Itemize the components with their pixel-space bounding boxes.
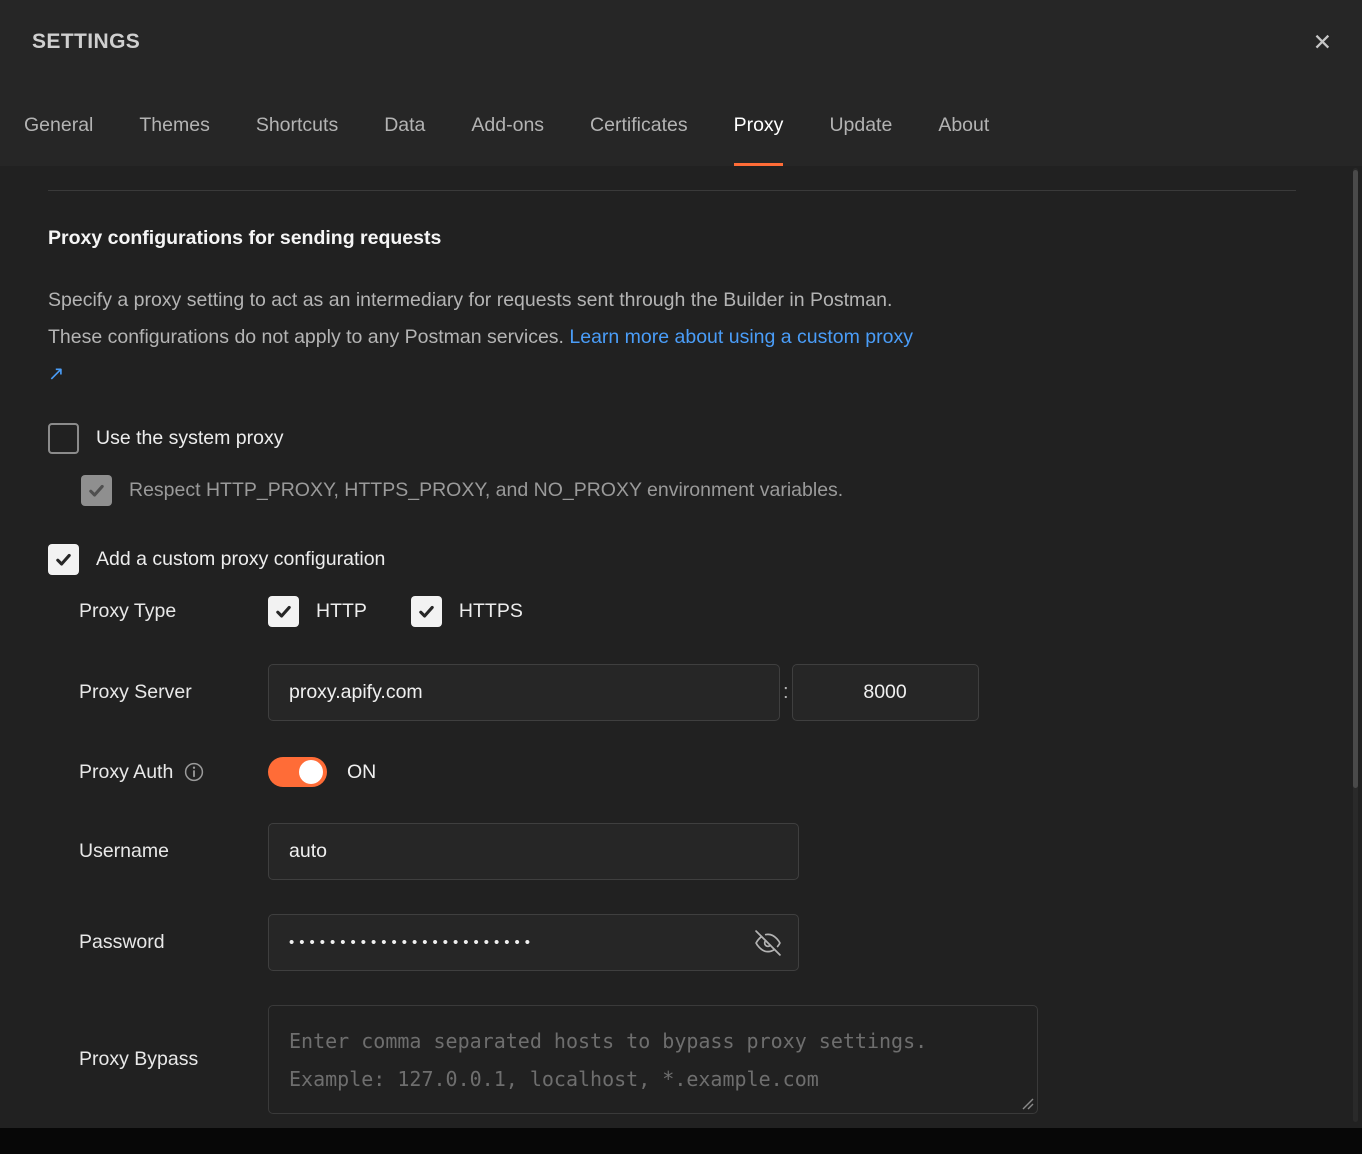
tab-certificates[interactable]: Certificates <box>590 84 688 166</box>
custom-proxy-form: Proxy Type HTTP HTTPS Proxy Server <box>79 596 1314 1114</box>
respect-env-row: Respect HTTP_PROXY, HTTPS_PROXY, and NO_… <box>81 475 1314 506</box>
modal-title: SETTINGS <box>32 30 140 54</box>
host-port-separator: : <box>783 681 789 704</box>
toggle-password-visibility-button[interactable] <box>755 930 781 956</box>
https-checkbox[interactable] <box>411 596 442 627</box>
proxy-auth-label-group: Proxy Auth <box>79 761 268 784</box>
tab-general[interactable]: General <box>24 84 93 166</box>
proxy-type-label: Proxy Type <box>79 600 268 623</box>
proxy-auth-label: Proxy Auth <box>79 761 173 784</box>
section-heading: Proxy configurations for sending request… <box>48 227 1314 250</box>
http-option: HTTP <box>268 596 367 627</box>
proxy-bypass-textarea[interactable] <box>268 1005 1038 1114</box>
proxy-host-input[interactable] <box>268 664 780 721</box>
proxy-port-input[interactable] <box>792 664 979 721</box>
section-divider <box>48 190 1296 191</box>
tab-about[interactable]: About <box>938 84 989 166</box>
proxy-server-row: Proxy Server : <box>79 664 1314 721</box>
check-icon <box>54 550 73 569</box>
tab-data[interactable]: Data <box>384 84 425 166</box>
proxy-description: Specify a proxy setting to act as an int… <box>48 282 913 393</box>
proxy-bypass-row: Proxy Bypass <box>79 1005 1314 1114</box>
close-icon[interactable]: ✕ <box>1313 31 1332 54</box>
add-custom-proxy-row: Add a custom proxy configuration <box>48 544 1314 575</box>
password-field-wrap <box>268 914 799 971</box>
password-row: Password <box>79 914 1314 971</box>
https-option: HTTPS <box>411 596 523 627</box>
proxy-server-label: Proxy Server <box>79 681 268 704</box>
password-input[interactable] <box>268 914 799 971</box>
info-icon[interactable] <box>184 762 204 782</box>
use-system-proxy-row: Use the system proxy <box>48 423 1314 454</box>
tab-addons[interactable]: Add-ons <box>471 84 544 166</box>
https-label: HTTPS <box>459 600 523 623</box>
settings-modal: SETTINGS ✕ General Themes Shortcuts Data… <box>0 0 1362 1154</box>
add-custom-proxy-checkbox[interactable] <box>48 544 79 575</box>
use-system-proxy-checkbox[interactable] <box>48 423 79 454</box>
tab-update[interactable]: Update <box>829 84 892 166</box>
username-input[interactable] <box>268 823 799 880</box>
proxy-auth-row: Proxy Auth ON <box>79 757 1314 787</box>
toggle-knob <box>299 760 323 784</box>
tab-proxy[interactable]: Proxy <box>734 84 784 166</box>
http-label: HTTP <box>316 600 367 623</box>
proxy-settings-panel: Proxy configurations for sending request… <box>0 166 1362 1128</box>
respect-env-label: Respect HTTP_PROXY, HTTPS_PROXY, and NO_… <box>129 479 843 502</box>
password-label: Password <box>79 931 268 954</box>
proxy-type-row: Proxy Type HTTP HTTPS <box>79 596 1314 627</box>
proxy-auth-state: ON <box>347 761 376 784</box>
eye-off-icon <box>755 930 781 956</box>
proxy-bypass-label: Proxy Bypass <box>79 1048 268 1071</box>
respect-env-checkbox[interactable] <box>81 475 112 506</box>
footer-bar <box>0 1128 1362 1154</box>
username-label: Username <box>79 840 268 863</box>
use-system-proxy-label: Use the system proxy <box>96 427 283 450</box>
settings-tabbar: General Themes Shortcuts Data Add-ons Ce… <box>0 84 1362 166</box>
tab-shortcuts[interactable]: Shortcuts <box>256 84 338 166</box>
username-row: Username <box>79 823 1314 880</box>
scrollbar-thumb[interactable] <box>1353 170 1358 788</box>
check-icon <box>274 602 293 621</box>
check-icon <box>417 602 436 621</box>
proxy-bypass-field-wrap <box>268 1005 1038 1114</box>
proxy-auth-toggle[interactable] <box>268 757 327 787</box>
add-custom-proxy-label: Add a custom proxy configuration <box>96 548 385 571</box>
tab-themes[interactable]: Themes <box>139 84 209 166</box>
check-icon <box>87 481 106 500</box>
modal-header: SETTINGS ✕ <box>0 0 1362 84</box>
http-checkbox[interactable] <box>268 596 299 627</box>
